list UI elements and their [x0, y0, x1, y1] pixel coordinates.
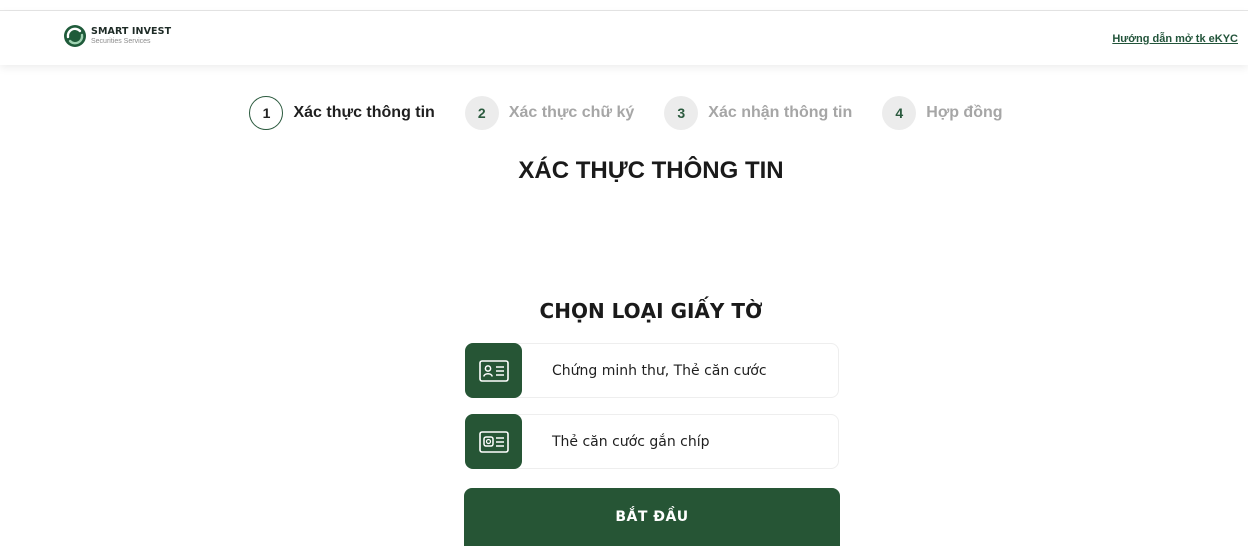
- step-2: 2 Xác thực chữ ký: [464, 96, 635, 130]
- option-chip-id-card[interactable]: Thẻ căn cước gắn chíp: [465, 414, 839, 469]
- logo-text: SMART INVEST Securities Services: [91, 27, 171, 46]
- step-number: 2: [464, 96, 499, 130]
- option-icon-box: [465, 414, 522, 469]
- option-label: Thẻ căn cước gắn chíp: [552, 433, 710, 450]
- page: SMART INVEST Securities Services Hướng d…: [0, 0, 1248, 546]
- option-icon-box: [465, 343, 522, 398]
- step-number: 3: [664, 96, 699, 130]
- option-label: Chứng minh thư, Thẻ căn cước: [552, 362, 767, 379]
- logo-subtitle: Securities Services: [91, 38, 151, 46]
- logo[interactable]: SMART INVEST Securities Services: [63, 24, 171, 48]
- step-label: Hợp đồng: [926, 104, 1003, 121]
- step-3: 3 Xác nhận thông tin: [664, 96, 852, 130]
- logo-name: SMART INVEST: [91, 25, 172, 37]
- chip-id-card-icon: [478, 430, 509, 453]
- option-id-card[interactable]: Chứng minh thư, Thẻ căn cước: [465, 343, 839, 398]
- smart-invest-logo-icon: [64, 25, 86, 47]
- step-label: Xác thực thông tin: [293, 104, 435, 121]
- header: SMART INVEST Securities Services Hướng d…: [0, 11, 1248, 65]
- start-button[interactable]: BẮT ĐẦU: [464, 488, 840, 546]
- step-number: 4: [882, 96, 917, 130]
- step-4: 4 Hợp đồng: [882, 96, 1003, 130]
- section-title: CHỌN LOẠI GIẤY TỜ: [539, 299, 763, 323]
- step-1: 1 Xác thực thông tin: [249, 96, 435, 130]
- step-number: 1: [249, 96, 284, 130]
- page-title: XÁC THỰC THÔNG TIN: [518, 157, 784, 184]
- step-label: Xác thực chữ ký: [508, 104, 635, 121]
- step-label: Xác nhận thông tin: [708, 104, 853, 121]
- id-card-icon: [478, 359, 509, 382]
- ekyc-guide-link[interactable]: Hướng dẫn mở tk eKYC: [1112, 33, 1238, 45]
- stepper: 1 Xác thực thông tin 2 Xác thực chữ ký 3…: [0, 96, 1248, 130]
